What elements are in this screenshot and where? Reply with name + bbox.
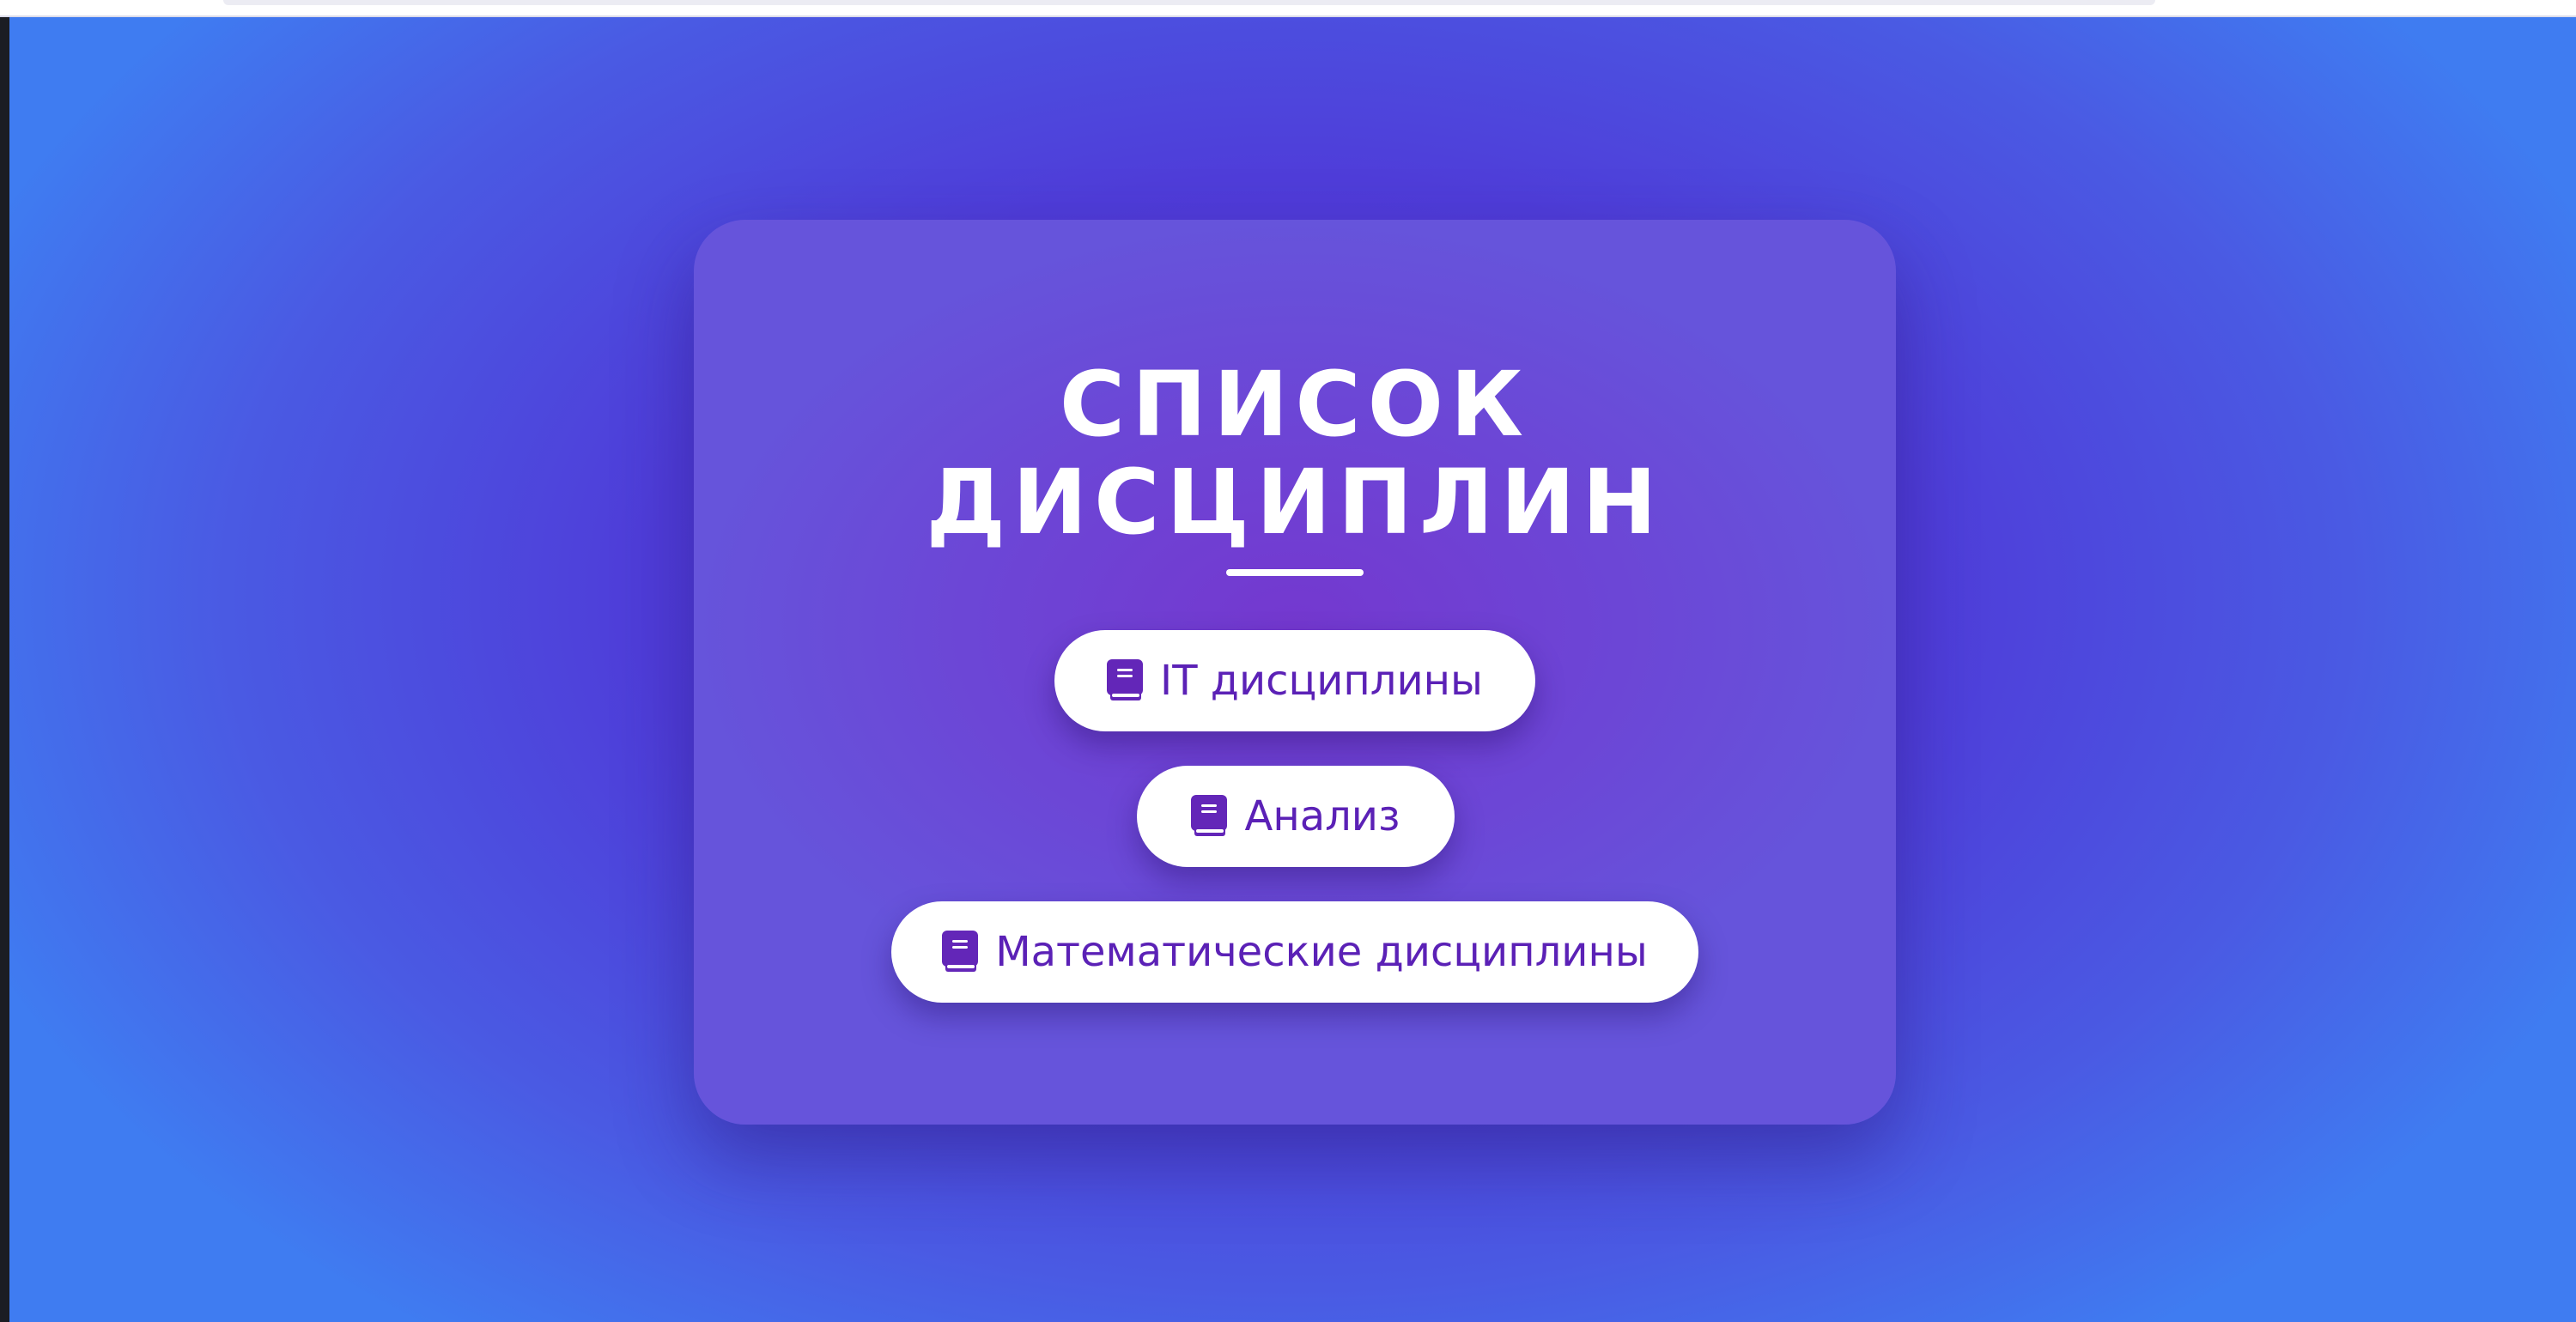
title-underline — [1226, 569, 1364, 576]
window-left-edge — [0, 0, 9, 1322]
book-icon — [1107, 659, 1144, 700]
page-title: СПИСОК ДИСЦИПЛИН — [694, 355, 1896, 551]
analysis-label: Анализ — [1244, 792, 1400, 840]
math-disciplines-label: Математические дисциплины — [995, 928, 1648, 976]
browser-top-strip-shade — [223, 0, 2155, 5]
book-icon — [942, 931, 979, 972]
page-title-line-1: СПИСОК — [1059, 352, 1531, 457]
math-disciplines-button[interactable]: Математические дисциплины — [891, 901, 1698, 1003]
book-icon — [1191, 795, 1228, 836]
page-title-line-2: ДИСЦИПЛИН — [926, 450, 1664, 555]
it-disciplines-button[interactable]: IT дисциплины — [1054, 630, 1535, 731]
disciplines-card: СПИСОК ДИСЦИПЛИН IT дисциплины Анализ Ма… — [694, 220, 1896, 1125]
analysis-button[interactable]: Анализ — [1137, 766, 1455, 867]
it-disciplines-label: IT дисциплины — [1160, 657, 1483, 705]
browser-top-strip — [0, 0, 2576, 17]
